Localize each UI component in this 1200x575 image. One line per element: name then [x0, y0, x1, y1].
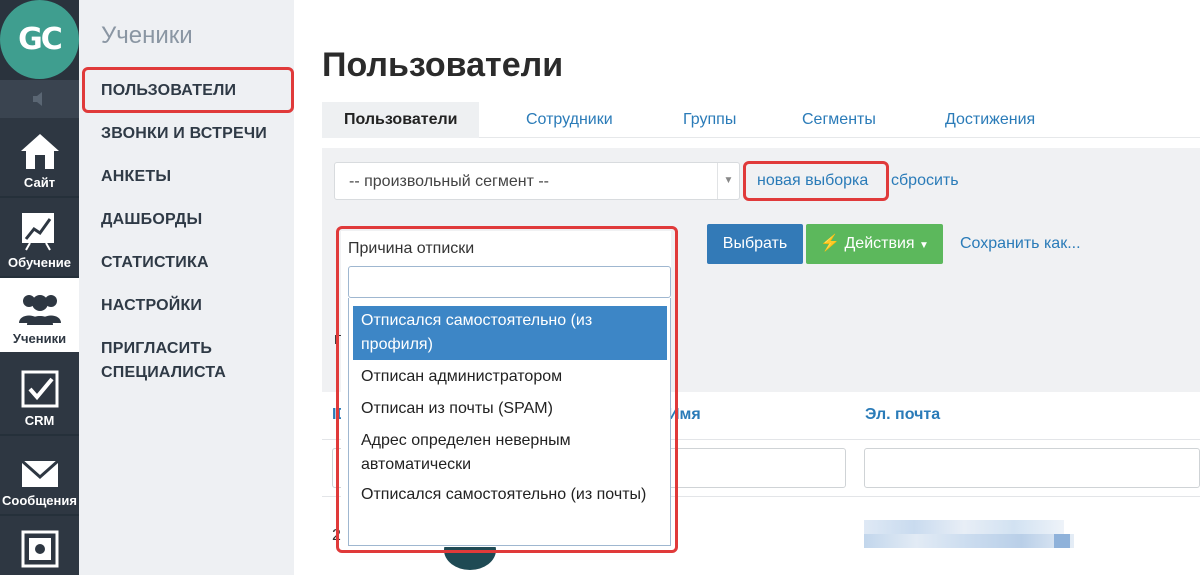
tab-groups[interactable]: Группы [683, 102, 736, 138]
reset-link[interactable]: сбросить [891, 172, 959, 190]
subnav-item-settings[interactable]: НАСТРОЙКИ [101, 294, 202, 318]
unsubscribe-reason-filter: Причина отписки Отписался самостоятельно… [336, 226, 678, 553]
rail-item-site[interactable]: Сайт [0, 118, 79, 196]
rail-item-safe[interactable] [0, 522, 79, 575]
save-as-link[interactable]: Сохранить как... [960, 235, 1081, 253]
home-icon [20, 134, 59, 169]
rail-item-label: Сообщения [2, 493, 77, 508]
select-button[interactable]: Выбрать [707, 224, 803, 264]
tab-users[interactable]: Пользователи [322, 102, 480, 138]
sound-toggle[interactable] [0, 80, 79, 118]
chevron-down-icon: ▼ [717, 163, 739, 199]
email-filter-input[interactable] [864, 448, 1200, 488]
highlight-users-nav [82, 67, 294, 113]
logo-badge: GC [0, 0, 79, 79]
page-title: Пользователи [322, 46, 564, 84]
subnav-item-invite-line2: СПЕЦИАЛИСТА [101, 364, 227, 381]
subnav-item-invite[interactable]: ПРИГЛАСИТЬ СПЕЦИАЛИСТА [101, 337, 226, 385]
rail-divider [0, 514, 79, 516]
chart-icon [21, 213, 54, 251]
rail-item-messages[interactable]: Сообщения [0, 436, 79, 514]
actions-button[interactable]: ⚡ Действия ▼ [806, 224, 943, 264]
speaker-icon [32, 92, 42, 106]
subnav-item-invite-line1: ПРИГЛАСИТЬ [101, 340, 213, 357]
highlight-new-selection [743, 161, 889, 201]
subnav-item-calls[interactable]: ЗВОНКИ И ВСТРЕЧИ [101, 122, 267, 146]
rail-item-students[interactable]: Ученики [0, 278, 79, 352]
segment-select[interactable]: -- произвольный сегмент -- ▼ [334, 162, 740, 200]
subnav-item-forms[interactable]: АНКЕТЫ [101, 165, 171, 189]
rail-item-learning[interactable]: Обучение [0, 198, 79, 276]
safe-icon [21, 530, 58, 568]
logo-text: GC [18, 22, 63, 57]
icon-rail: GC Сайт Обучение Ученики CRM Сообщения [0, 0, 79, 575]
actions-button-label: Действия [844, 235, 915, 252]
caret-down-icon: ▼ [919, 240, 929, 251]
tab-bar: Пользователи Сотрудники Группы Сегменты … [322, 102, 1200, 138]
envelope-icon [20, 459, 59, 487]
users-icon [18, 295, 61, 325]
rail-item-label: Обучение [7, 255, 72, 270]
section-title: Ученики [101, 22, 193, 49]
subnav-item-dashboards[interactable]: ДАШБОРДЫ [101, 208, 202, 232]
tab-staff[interactable]: Сотрудники [526, 102, 613, 138]
column-email[interactable]: Эл. почта [865, 406, 940, 424]
logo[interactable]: GC [0, 0, 79, 80]
subnav-item-statistics[interactable]: СТАТИСТИКА [101, 251, 209, 275]
name-filter-input[interactable] [664, 448, 846, 488]
lightning-icon: ⚡ [820, 235, 840, 252]
checkbox-icon [21, 370, 58, 408]
rail-item-label: Сайт [23, 175, 56, 190]
rail-item-label: CRM [24, 413, 55, 428]
tab-segments[interactable]: Сегменты [802, 102, 876, 138]
tab-achievements[interactable]: Достижения [945, 102, 1035, 138]
rail-item-label: Ученики [12, 331, 67, 346]
rail-item-crm[interactable]: CRM [0, 356, 79, 434]
highlight-dropdown [336, 226, 678, 553]
segment-select-value: -- произвольный сегмент -- [349, 173, 549, 190]
